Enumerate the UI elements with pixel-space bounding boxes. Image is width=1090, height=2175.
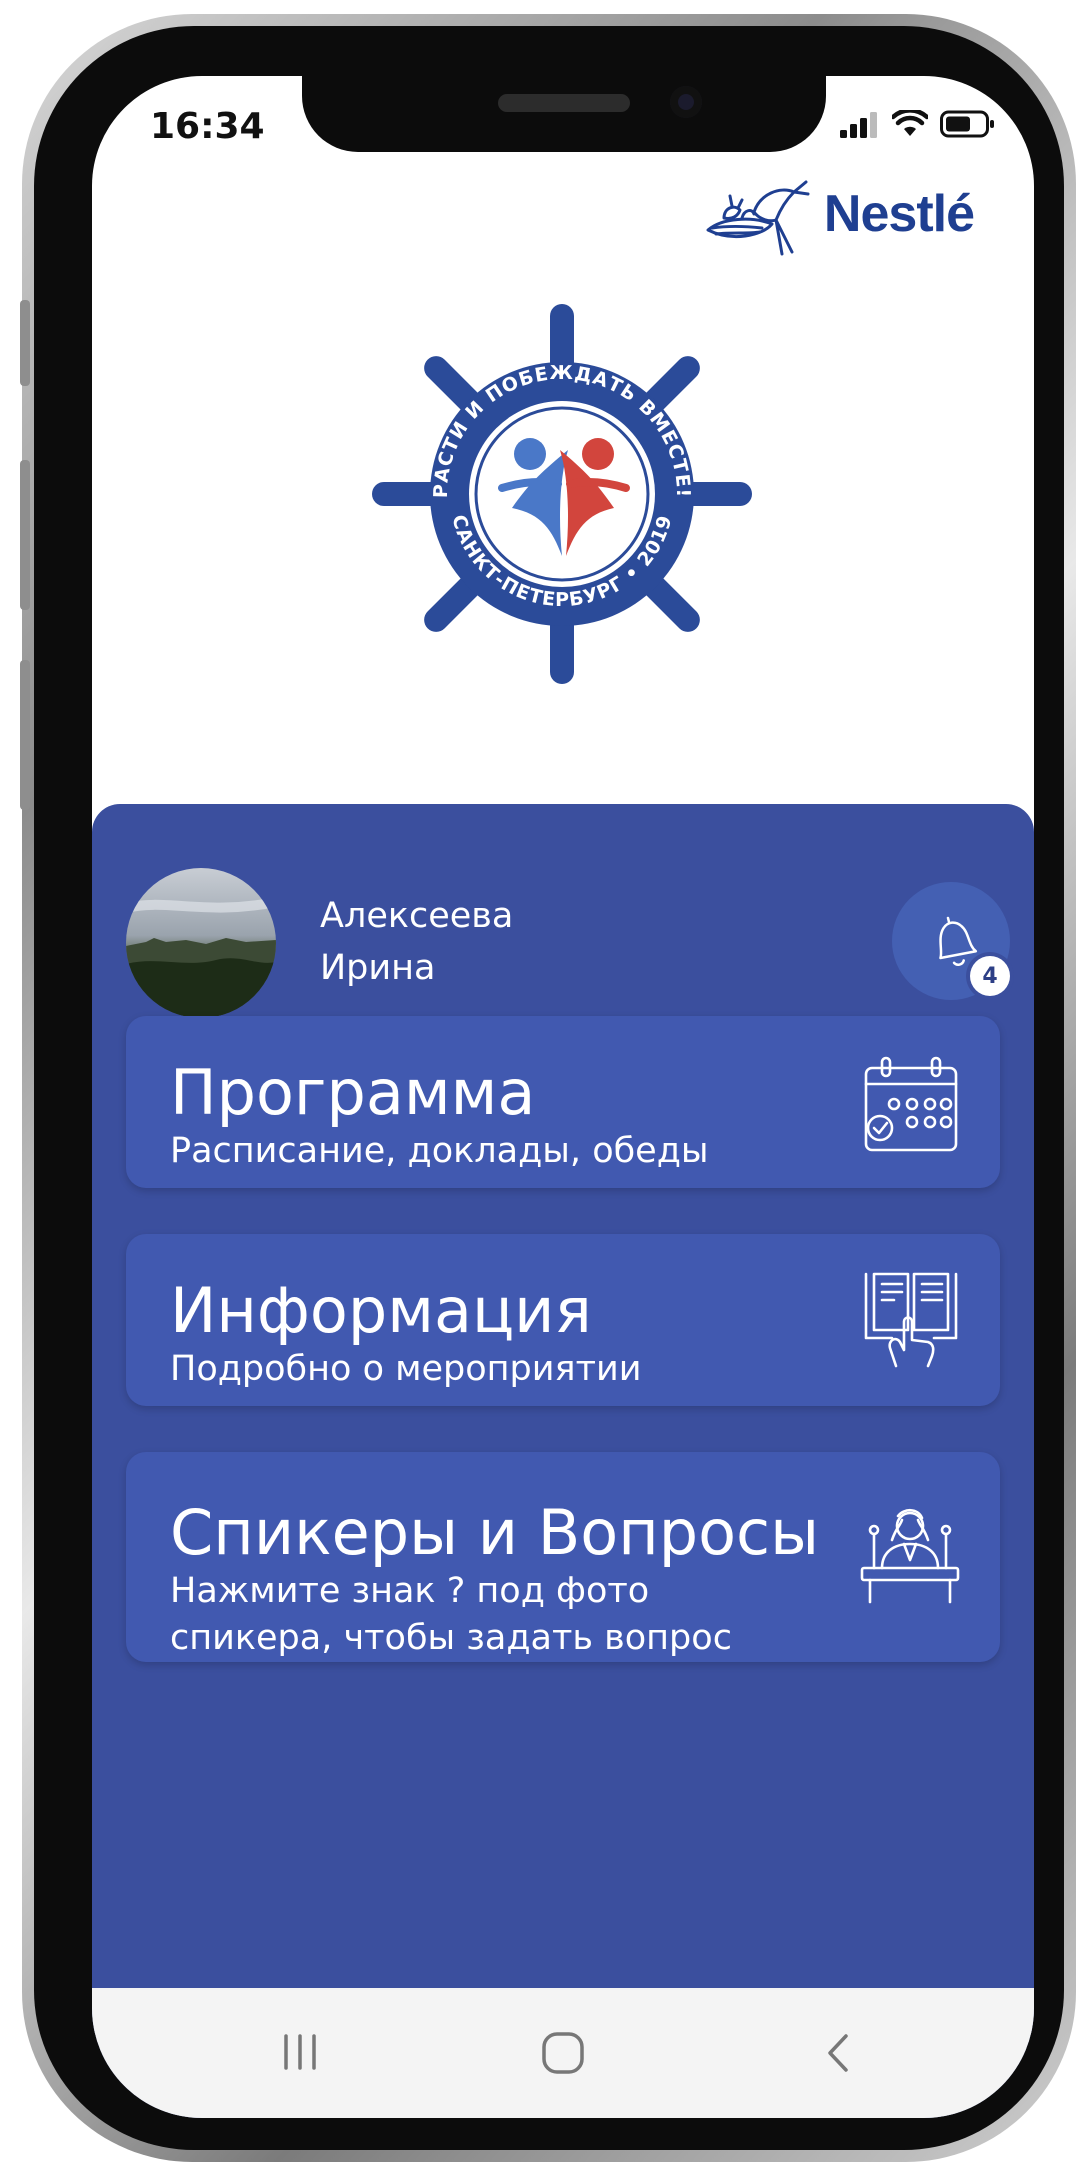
signal-icon — [840, 112, 877, 138]
info-card[interactable]: Информация Подробно о мероприятии — [126, 1234, 1000, 1406]
notch — [302, 76, 826, 152]
user-name: Алексеева Ирина — [320, 890, 513, 994]
earpiece — [498, 94, 630, 112]
avatar-photo — [126, 897, 276, 1018]
brand-logo: Nestlé — [702, 172, 975, 256]
speaker-podium-icon — [860, 1508, 960, 1604]
status-icons — [840, 110, 996, 138]
speakers-card[interactable]: Спикеры и Вопросы Нажмите знак ? под фот… — [126, 1452, 1000, 1662]
nest-birds-icon — [706, 180, 810, 256]
mute-switch — [20, 300, 30, 386]
speakers-card-subtitle: Нажмите знак ? под фото спикера, чтобы з… — [170, 1568, 790, 1662]
calendar-icon — [864, 1056, 958, 1152]
battery-icon — [940, 110, 994, 138]
status-time: 16:34 — [150, 106, 265, 147]
avatar[interactable] — [126, 868, 276, 1018]
back-button[interactable] — [818, 2030, 858, 2076]
system-nav-bar — [92, 1988, 1034, 2118]
brand-name: Nestlé — [823, 185, 975, 243]
user-first-name: Ирина — [320, 948, 436, 988]
book-info-icon — [864, 1272, 958, 1368]
volume-down-button — [20, 660, 30, 810]
event-emblem-logo: РАСТИ И ПОБЕЖДАТЬ ВМЕСТЕ! САНКТ-ПЕТЕРБУР… — [372, 304, 752, 684]
wifi-icon — [892, 110, 928, 136]
user-last-name: Алексеева — [320, 896, 514, 936]
screen: 16:34 Nestlé РАСТИ И ПОБЕЖДАТЬ ВМЕСТЕ! С… — [92, 76, 1034, 2118]
volume-up-button — [20, 460, 30, 610]
program-card-subtitle: Расписание, доклады, обеды — [170, 1131, 709, 1171]
recent-apps-button[interactable] — [278, 2030, 322, 2074]
speakers-card-title: Спикеры и Вопросы — [170, 1496, 820, 1569]
speakers-card-subtitle-line2: спикера, чтобы задать вопрос — [170, 1618, 732, 1658]
front-camera — [670, 86, 702, 118]
main-panel: Алексеева Ирина 4 Программа Расписание, … — [92, 804, 1034, 2118]
home-button[interactable] — [540, 2030, 586, 2076]
notification-count-badge: 4 — [970, 956, 1010, 996]
program-card[interactable]: Программа Расписание, доклады, обеды — [126, 1016, 1000, 1188]
info-card-title: Информация — [170, 1274, 592, 1347]
info-card-subtitle: Подробно о мероприятии — [170, 1349, 642, 1389]
bell-icon — [939, 916, 978, 966]
notifications-button[interactable]: 4 — [892, 882, 1010, 1000]
speakers-card-subtitle-line1: Нажмите знак ? под фото — [170, 1571, 650, 1611]
program-card-title: Программа — [170, 1056, 536, 1129]
